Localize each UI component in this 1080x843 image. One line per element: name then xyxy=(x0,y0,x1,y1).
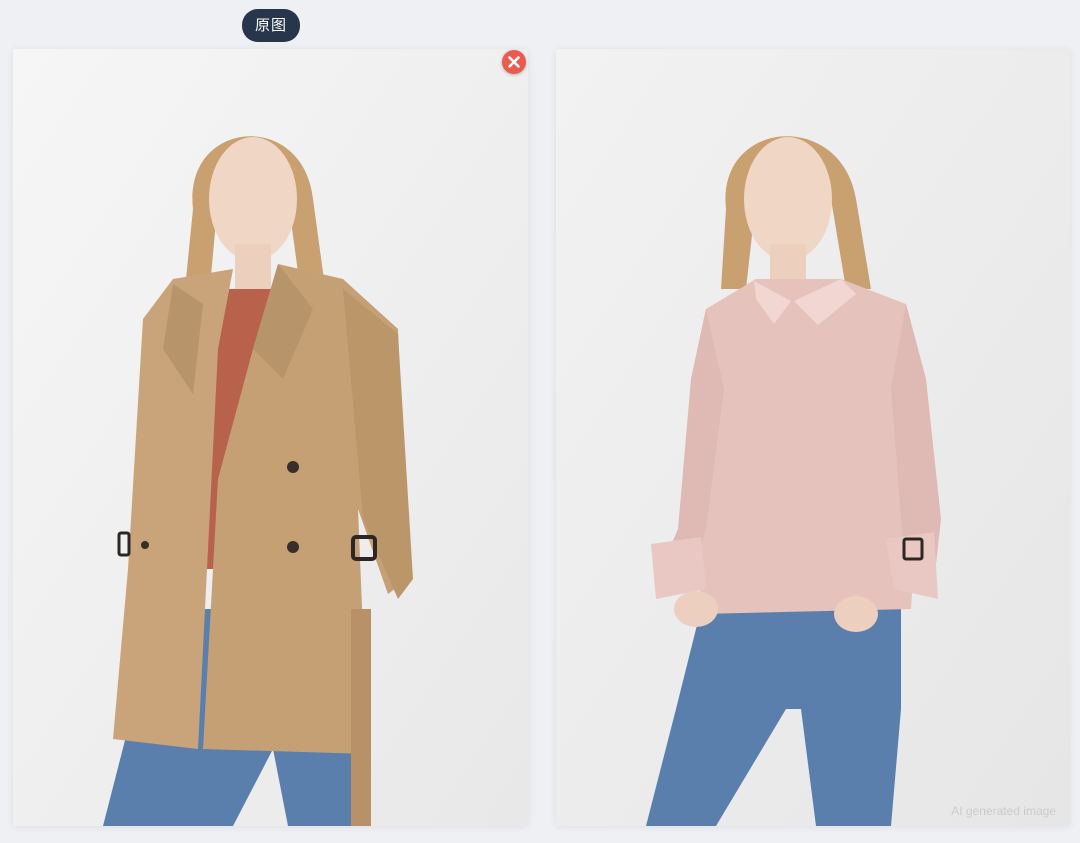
remove-image-button[interactable] xyxy=(502,50,526,74)
generated-image-card: AI generated image xyxy=(556,49,1070,826)
comparison-stage: 原图 AI generated image xyxy=(0,0,1080,843)
ai-generated-watermark: AI generated image xyxy=(951,804,1056,818)
original-photo xyxy=(13,49,528,826)
original-image-card xyxy=(13,49,528,826)
generated-photo xyxy=(556,49,1070,826)
original-image-label: 原图 xyxy=(242,9,300,42)
close-icon xyxy=(508,56,520,68)
